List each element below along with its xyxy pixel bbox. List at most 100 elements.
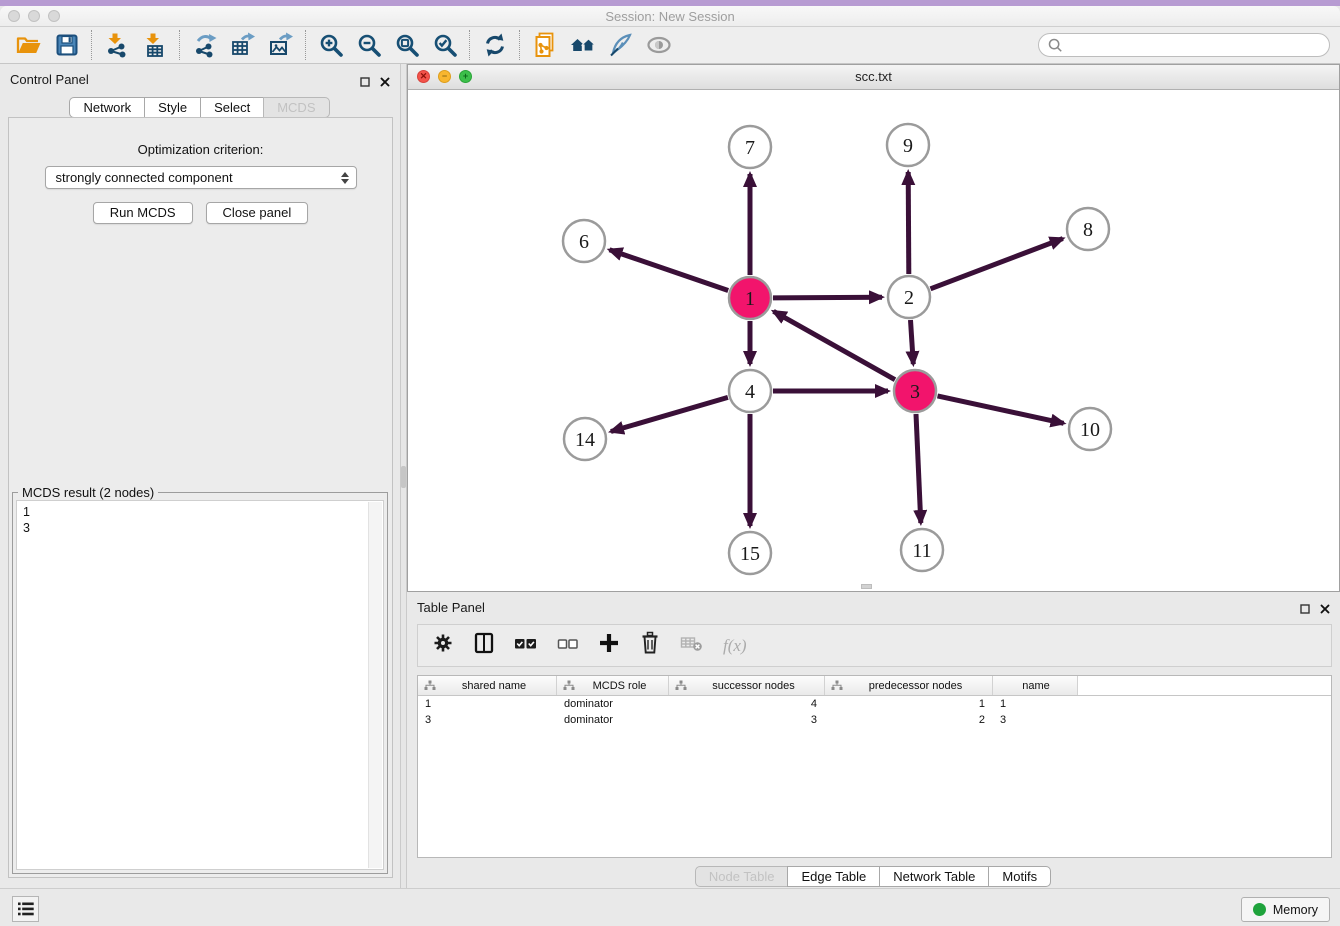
close-panel-icon[interactable] (1320, 601, 1330, 619)
sort-hierarchy-icon[interactable] (424, 680, 436, 691)
table-row[interactable]: 1dominator411 (418, 696, 1331, 712)
edge-2-9[interactable] (908, 172, 909, 274)
edge-3-10[interactable] (938, 396, 1064, 423)
float-panel-icon[interactable] (360, 74, 370, 92)
cell[interactable]: 3 (418, 712, 557, 728)
table-settings-gear-icon[interactable] (432, 632, 454, 659)
column-header-predecessor-nodes[interactable]: predecessor nodes (825, 676, 993, 695)
search-input[interactable] (1063, 38, 1321, 52)
edge-2-3[interactable] (911, 320, 914, 364)
result-scrollbar[interactable] (368, 502, 382, 868)
mcds-result-textarea[interactable]: 1 3 (16, 500, 384, 870)
run-mcds-button[interactable]: Run MCDS (93, 202, 193, 224)
edge-3-11[interactable] (916, 414, 921, 523)
edge-2-8[interactable] (931, 239, 1063, 289)
edge-3-1[interactable] (774, 311, 896, 379)
node-label-8: 8 (1083, 219, 1093, 241)
cell[interactable]: 3 (669, 712, 825, 728)
graphics-details-eye-icon[interactable] (640, 29, 678, 61)
memory-button[interactable]: Memory (1241, 897, 1330, 922)
tab-select[interactable]: Select (200, 97, 264, 118)
zoom-fit-icon[interactable] (388, 29, 426, 61)
criterion-value: strongly connected component (56, 170, 233, 185)
node-table[interactable]: shared nameMCDS rolesuccessor nodesprede… (417, 675, 1332, 858)
cell[interactable]: 2 (825, 712, 993, 728)
delete-column-trash-icon[interactable] (639, 631, 661, 660)
new-network-from-selection-icon[interactable] (526, 29, 564, 61)
column-header-shared-name[interactable]: shared name (418, 676, 557, 695)
toolbar-separator (91, 30, 93, 60)
sort-hierarchy-icon[interactable] (831, 680, 843, 691)
style-brush-icon[interactable] (602, 29, 640, 61)
search-field[interactable] (1038, 33, 1330, 57)
select-all-columns-icon[interactable] (514, 632, 538, 659)
create-column-plus-icon[interactable] (598, 632, 620, 659)
tab-network-table[interactable]: Network Table (879, 866, 989, 887)
cell[interactable]: 4 (669, 696, 825, 712)
network-window-titlebar[interactable]: scc.txt (408, 65, 1339, 90)
export-network-icon[interactable] (186, 29, 224, 61)
canvas-scroll-thumb[interactable] (861, 584, 872, 589)
zoom-out-icon[interactable] (350, 29, 388, 61)
tab-mcds[interactable]: MCDS (263, 97, 329, 118)
column-header-MCDS-role[interactable]: MCDS role (557, 676, 669, 695)
mcds-result-group: MCDS result (2 nodes) 1 3 (12, 492, 388, 874)
cell[interactable]: 1 (825, 696, 993, 712)
float-panel-icon[interactable] (1300, 601, 1310, 619)
tab-node-table[interactable]: Node Table (695, 866, 789, 887)
import-table-icon[interactable] (136, 29, 174, 61)
edge-1-6[interactable] (610, 250, 729, 291)
sort-hierarchy-icon[interactable] (675, 680, 687, 691)
function-builder-icon[interactable]: f(x) (723, 636, 747, 656)
table-panel-tabs: Node TableEdge TableNetwork TableMotifs (407, 866, 1340, 887)
delete-table-icon[interactable] (680, 632, 704, 659)
window-title: Session: New Session (0, 9, 1340, 24)
tab-motifs[interactable]: Motifs (988, 866, 1051, 887)
cell[interactable]: dominator (557, 712, 669, 728)
welcome-screen-icon[interactable] (564, 29, 602, 61)
close-panel-icon[interactable] (380, 74, 390, 92)
tab-edge-table[interactable]: Edge Table (787, 866, 880, 887)
deselect-all-columns-icon[interactable] (557, 632, 579, 659)
node-label-14: 14 (575, 429, 595, 451)
zoom-in-icon[interactable] (312, 29, 350, 61)
node-label-15: 15 (740, 543, 760, 565)
edge-4-14[interactable] (611, 397, 728, 431)
column-header-successor-nodes[interactable]: successor nodes (669, 676, 825, 695)
apply-layout-icon[interactable] (476, 29, 514, 61)
table-panel-title: Table Panel (417, 600, 485, 615)
main-toolbar (0, 27, 1340, 64)
show-columns-icon[interactable] (473, 632, 495, 659)
network-canvas[interactable]: 7968124314101511 (408, 90, 1339, 591)
column-header-name[interactable]: name (993, 676, 1078, 695)
export-table-icon[interactable] (224, 29, 262, 61)
node-label-7: 7 (745, 137, 755, 159)
toolbar-separator (179, 30, 181, 60)
list-icon (18, 902, 34, 916)
sort-hierarchy-icon[interactable] (563, 680, 575, 691)
import-network-icon[interactable] (98, 29, 136, 61)
cell[interactable]: dominator (557, 696, 669, 712)
cell[interactable]: 3 (993, 712, 1078, 728)
close-panel-button[interactable]: Close panel (206, 202, 309, 224)
edge-1-2[interactable] (773, 297, 882, 298)
node-label-2: 2 (904, 287, 914, 309)
cell[interactable]: 1 (418, 696, 557, 712)
tab-style[interactable]: Style (144, 97, 201, 118)
open-session-icon[interactable] (10, 29, 48, 61)
memory-status-icon (1253, 903, 1266, 916)
table-toolbar: f(x) (417, 624, 1332, 667)
select-stepper-icon (341, 172, 349, 184)
task-history-button[interactable] (12, 896, 39, 922)
node-label-4: 4 (745, 381, 755, 403)
toolbar-separator (519, 30, 521, 60)
export-image-icon[interactable] (262, 29, 300, 61)
criterion-select[interactable]: strongly connected component (45, 166, 357, 189)
zoom-selected-icon[interactable] (426, 29, 464, 61)
table-row[interactable]: 3dominator323 (418, 712, 1331, 728)
splitter-grip[interactable] (401, 466, 406, 488)
tab-network[interactable]: Network (69, 97, 145, 118)
panel-splitter[interactable] (400, 64, 407, 888)
cell[interactable]: 1 (993, 696, 1078, 712)
save-session-icon[interactable] (48, 29, 86, 61)
